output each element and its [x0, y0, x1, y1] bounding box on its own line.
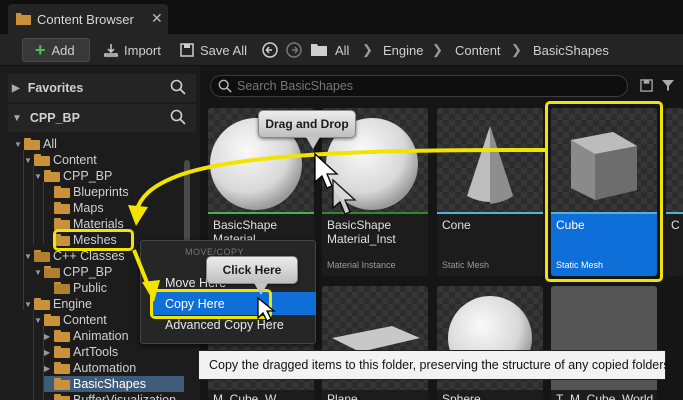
arrow-head-icon	[128, 205, 148, 226]
callout-pointer-icon	[254, 283, 268, 295]
tooltip: Copy the dragged items to this folder, p…	[198, 350, 673, 380]
click-here-callout: Click Here	[206, 256, 298, 284]
mouse-cursor-icon	[257, 296, 276, 322]
meshes-highlight	[53, 229, 134, 251]
callout-pointer-icon	[306, 137, 320, 149]
cube-highlight	[545, 101, 663, 282]
drag-cursor-icon	[314, 152, 357, 215]
drag-and-drop-callout: Drag and Drop	[258, 110, 356, 138]
